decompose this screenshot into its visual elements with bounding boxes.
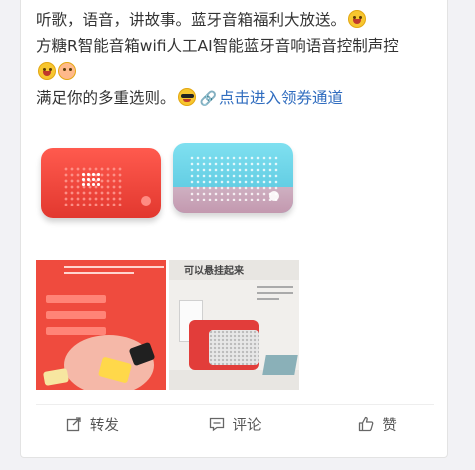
blue-speaker (173, 143, 293, 213)
link-icon[interactable]: 🔗 (200, 91, 217, 107)
comment-label: 评论 (232, 417, 262, 434)
repost-label: 转发 (89, 417, 119, 434)
laugh-emoji-icon (38, 62, 56, 80)
action-bar: 转发 评论 赞 (21, 405, 449, 443)
thumbnail-1[interactable] (36, 260, 166, 390)
post-line-2: 方糖R智能音箱wifi人工AI智能蓝牙音响语音控制声控 (36, 33, 441, 59)
sunglasses-emoji-icon (177, 88, 196, 106)
post-line-emoji (36, 59, 441, 85)
post-line-3: 满足你的多重选则。 🔗 点击进入领券通道 (36, 85, 441, 112)
comment-icon (209, 417, 224, 432)
post-line-2-text: 方糖R智能音箱wifi人工AI智能蓝牙音响语音控制声控 (36, 37, 399, 55)
like-icon (359, 416, 374, 432)
grin-emoji-icon (348, 10, 367, 28)
post-text: 听歌，语音，讲故事。蓝牙音箱福利大放送。 方糖R智能音箱wifi人工AI智能蓝牙… (36, 7, 441, 112)
thumbnail-2-title: 可以悬挂起来 (184, 266, 244, 277)
post-line-1: 听歌，语音，讲故事。蓝牙音箱福利大放送。 (36, 7, 441, 33)
thumbnail-2[interactable]: 可以悬挂起来 (169, 260, 299, 390)
comment-button[interactable]: 评论 (164, 405, 307, 443)
post-card: 听歌，语音，讲故事。蓝牙音箱福利大放送。 方糖R智能音箱wifi人工AI智能蓝牙… (20, 0, 448, 458)
like-button[interactable]: 赞 (306, 405, 449, 443)
product-image[interactable] (36, 131, 296, 231)
repost-icon (66, 417, 81, 432)
repost-button[interactable]: 转发 (21, 405, 164, 443)
like-label: 赞 (382, 417, 397, 434)
red-speaker (41, 148, 161, 218)
post-line-3-text: 满足你的多重选则。 (36, 89, 176, 107)
coupon-link[interactable]: 点击进入领券通道 (219, 89, 343, 107)
blush-emoji-icon (58, 62, 76, 80)
post-line-1-text: 听歌，语音，讲故事。蓝牙音箱福利大放送。 (36, 11, 347, 29)
